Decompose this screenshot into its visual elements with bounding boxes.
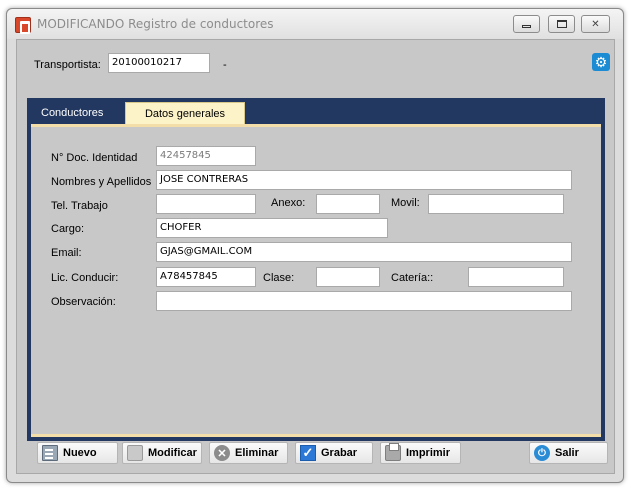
cargo-field[interactable]: CHOFER <box>156 218 388 238</box>
exit-icon: ⏻ <box>534 445 550 461</box>
categoria-label: Catería:: <box>391 272 434 284</box>
licencia-label: Lic. Conducir: <box>51 272 119 284</box>
delete-icon: ✕ <box>214 445 230 461</box>
grabar-button[interactable]: ✓ Grabar <box>295 442 373 464</box>
action-toolbar: Nuevo Modificar ✕ Eliminar ✓ Grabar Impr… <box>26 442 608 468</box>
nuevo-button[interactable]: Nuevo <box>37 442 118 464</box>
close-icon: ✕ <box>591 18 600 30</box>
printer-icon <box>385 443 401 461</box>
movil-label: Movil: <box>391 197 420 209</box>
observacion-field[interactable] <box>156 291 572 311</box>
licencia-field[interactable]: A78457845 <box>156 267 256 287</box>
gear-icon[interactable]: ⚙ <box>592 53 610 71</box>
clase-field[interactable] <box>316 267 380 287</box>
close-button[interactable]: ✕ <box>581 15 610 33</box>
minimize-icon <box>522 25 531 28</box>
modificar-label: Modificar <box>148 447 197 459</box>
grabar-label: Grabar <box>321 447 358 459</box>
maximize-button[interactable] <box>548 15 575 33</box>
app-icon <box>15 17 31 34</box>
eliminar-button[interactable]: ✕ Eliminar <box>209 442 288 464</box>
nuevo-label: Nuevo <box>63 447 97 459</box>
imprimir-label: Imprimir <box>406 447 451 459</box>
salir-button[interactable]: ⏻ Salir <box>529 442 608 464</box>
transportista-field[interactable]: 20100010217 <box>108 53 210 73</box>
email-field[interactable]: GJAS@GMAIL.COM <box>156 242 572 262</box>
doc-label: N° Doc. Identidad <box>51 152 138 164</box>
observacion-label: Observación: <box>51 296 116 308</box>
categoria-field[interactable] <box>468 267 564 287</box>
tab-datos-generales[interactable]: Datos generales <box>125 102 245 124</box>
tab-panel: Conductores Datos generales N° Doc. Iden… <box>27 98 605 441</box>
save-check-icon: ✓ <box>300 445 316 461</box>
datos-generales-panel: N° Doc. Identidad 42457845 Nombres y Ape… <box>31 124 601 437</box>
doc-identidad-field[interactable]: 42457845 <box>156 146 256 166</box>
movil-field[interactable] <box>428 194 564 214</box>
edit-icon <box>127 445 143 461</box>
tel-label: Tel. Trabajo <box>51 200 108 212</box>
main-window: MODIFICANDO Registro de conductores ✕ Tr… <box>6 8 624 483</box>
salir-label: Salir <box>555 447 579 459</box>
cargo-label: Cargo: <box>51 223 85 235</box>
client-area: Transportista: 20100010217 - ⚙ Conductor… <box>16 39 615 474</box>
tel-trabajo-field[interactable] <box>156 194 256 214</box>
anexo-field[interactable] <box>316 194 380 214</box>
tab-conductores[interactable]: Conductores <box>31 102 113 124</box>
transportista-label: Transportista: <box>34 59 101 71</box>
nombres-label: Nombres y Apellidos <box>51 176 152 188</box>
email-label: Email: <box>51 247 82 259</box>
clase-label: Clase: <box>263 272 295 284</box>
imprimir-button[interactable]: Imprimir <box>380 442 461 464</box>
eliminar-label: Eliminar <box>235 447 279 459</box>
title-bar[interactable]: MODIFICANDO Registro de conductores ✕ <box>7 9 623 39</box>
window-title: MODIFICANDO Registro de conductores <box>37 17 274 31</box>
anexo-label: Anexo: <box>271 197 306 209</box>
maximize-icon <box>556 20 567 28</box>
new-record-icon <box>42 445 58 461</box>
nombres-field[interactable]: JOSE CONTRERAS <box>156 170 572 190</box>
transportista-separator: - <box>223 59 227 71</box>
modificar-button[interactable]: Modificar <box>122 442 202 464</box>
minimize-button[interactable] <box>513 15 540 33</box>
